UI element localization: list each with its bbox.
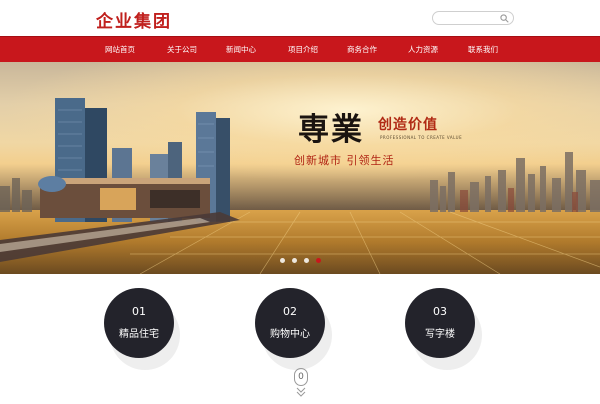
- nav-item-hr[interactable]: 人力资源: [408, 37, 438, 63]
- nav-item-business[interactable]: 商务合作: [347, 37, 377, 63]
- nav-item-home[interactable]: 网站首页: [105, 37, 135, 63]
- search-input[interactable]: [432, 11, 514, 25]
- feature-label: 购物中心: [270, 329, 310, 340]
- nav-item-news[interactable]: 新闻中心: [226, 37, 256, 63]
- header: 企业集团: [0, 0, 600, 36]
- logo[interactable]: 企业集团: [96, 7, 172, 32]
- feature-label: 写字楼: [425, 329, 455, 340]
- feature-number: 01: [132, 305, 146, 318]
- carousel-dot[interactable]: [304, 258, 309, 263]
- banner-headline: 専業: [298, 112, 364, 148]
- city-skyline-illustration: [0, 98, 600, 274]
- main-nav: 网站首页 关于公司 新闻中心 项目介绍 商务合作 人力资源 联系我们: [0, 36, 600, 62]
- search-icon[interactable]: [500, 14, 509, 23]
- hero-banner[interactable]: 専業 创造价值 PROFESSIONAL TO CREATE VALUE 创新城…: [0, 62, 600, 274]
- nav-item-projects[interactable]: 项目介绍: [288, 37, 318, 63]
- feature-residential[interactable]: 01 精品住宅: [104, 288, 174, 358]
- chevron-down-icon: [296, 387, 306, 397]
- feature-shopping-center[interactable]: 02 购物中心: [255, 288, 325, 358]
- feature-label: 精品住宅: [119, 329, 159, 340]
- nav-item-contact[interactable]: 联系我们: [468, 37, 498, 63]
- feature-office-building[interactable]: 03 写字楼: [405, 288, 475, 358]
- banner-accent: 创造价值: [378, 117, 438, 133]
- banner-subtitle: 创新城市 引领生活: [294, 154, 395, 167]
- carousel-dot[interactable]: [292, 258, 297, 263]
- nav-item-about[interactable]: 关于公司: [167, 37, 197, 63]
- feature-number: 03: [433, 305, 447, 318]
- feature-number: 02: [283, 305, 297, 318]
- carousel-dot-active[interactable]: [316, 258, 321, 263]
- scroll-down-button[interactable]: 0: [294, 368, 308, 386]
- banner-english: PROFESSIONAL TO CREATE VALUE: [380, 135, 463, 140]
- carousel-dot[interactable]: [280, 258, 285, 263]
